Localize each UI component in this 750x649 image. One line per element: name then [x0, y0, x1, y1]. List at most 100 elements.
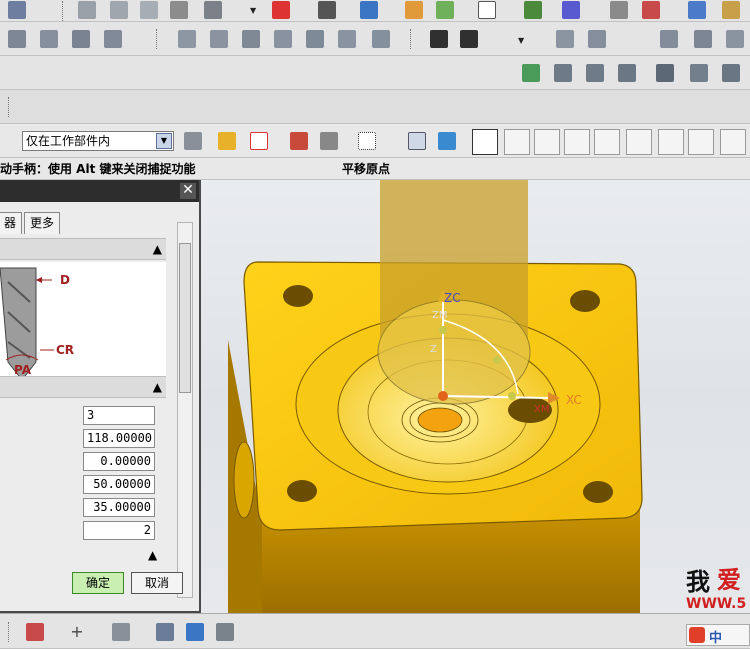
delete-icon[interactable] — [170, 1, 188, 19]
simulate-icon[interactable] — [338, 30, 356, 48]
move-object-icon[interactable] — [524, 1, 542, 19]
cancel-button[interactable]: 取消 — [131, 572, 183, 594]
layer-icon[interactable] — [405, 1, 423, 19]
drill-hole — [417, 407, 463, 433]
operation-icon-2[interactable] — [40, 30, 58, 48]
snap-quadrant-button[interactable] — [688, 129, 714, 155]
point-angle-label: PA — [14, 363, 32, 377]
param-field-2[interactable]: 118.00000 — [83, 429, 155, 448]
measure-icon[interactable] — [642, 1, 660, 19]
toolbar-row-2: ▼ — [0, 22, 750, 56]
report-icon[interactable] — [618, 64, 636, 82]
snap-intersection-button[interactable] — [626, 129, 652, 155]
scroll-thumb[interactable] — [179, 243, 191, 393]
color-icon[interactable] — [26, 623, 44, 641]
wrench-icon[interactable] — [722, 1, 740, 19]
gouge-check-icon[interactable] — [554, 64, 572, 82]
postprocess-icon[interactable] — [372, 30, 390, 48]
dimensions-header[interactable]: ▲ — [0, 376, 166, 398]
rectangle-select-icon[interactable] — [358, 132, 376, 150]
route-icon[interactable] — [320, 132, 338, 150]
cue-prompt: 动手柄：使用 Alt 键来关闭捕捉功能 — [0, 162, 196, 176]
fit-view-icon[interactable] — [272, 1, 290, 19]
filter-select[interactable]: 仅在工作部件内 ▼ — [22, 131, 174, 151]
operation-icon-1[interactable] — [8, 30, 26, 48]
tool-icon[interactable] — [688, 1, 706, 19]
wcs-icon[interactable] — [562, 1, 580, 19]
shop-doc-icon[interactable] — [556, 30, 574, 48]
copy-icon[interactable] — [110, 1, 128, 19]
shaded-view-icon[interactable] — [360, 1, 378, 19]
undo-icon[interactable] — [204, 1, 222, 19]
drill-dialog: ✕ 器 更多 ▲ D CR PA ▲ 3 118.00000 0.00000 5… — [0, 180, 201, 613]
snap-point-icon[interactable] — [250, 132, 268, 150]
tab-holder[interactable]: 器 — [0, 212, 23, 234]
param-field-5[interactable]: 35.00000 — [83, 498, 155, 517]
operation-icon-3[interactable] — [72, 30, 90, 48]
box-icon[interactable] — [478, 1, 496, 19]
feature-icon[interactable] — [660, 30, 678, 48]
program-icon[interactable] — [178, 30, 196, 48]
snap-existing-button[interactable] — [720, 129, 746, 155]
snap-center-button[interactable] — [658, 129, 684, 155]
snap-control-button[interactable] — [594, 129, 620, 155]
undo-dropdown-icon[interactable]: ▼ — [250, 6, 256, 15]
render-style-icon[interactable] — [318, 1, 336, 19]
param-field-4[interactable]: 50.00000 — [83, 475, 155, 494]
generate-icon[interactable] — [242, 30, 260, 48]
datum-plane-icon[interactable] — [112, 623, 130, 641]
snap-midpoint-button[interactable] — [564, 129, 590, 155]
snap-network-button[interactable] — [504, 129, 530, 155]
datum-csys-icon[interactable] — [156, 623, 174, 641]
dialog-titlebar[interactable]: ✕ — [0, 180, 199, 202]
toolbar-row-1: ▼ — [0, 0, 750, 22]
export-icon[interactable] — [722, 64, 740, 82]
zc-axis-label: ZC — [444, 291, 461, 305]
verify-icon[interactable] — [306, 30, 324, 48]
check-icon[interactable] — [522, 64, 540, 82]
paste-icon[interactable] — [140, 1, 158, 19]
replay-icon[interactable] — [274, 30, 292, 48]
ok-button[interactable]: 确定 — [72, 572, 124, 594]
dialog-scrollbar[interactable] — [177, 222, 193, 598]
sketch-icon[interactable] — [436, 1, 454, 19]
geometry-icon[interactable] — [430, 30, 448, 48]
tool-sketch-header[interactable]: ▲ — [0, 238, 166, 260]
list-icon[interactable] — [610, 1, 628, 19]
z-axis-label: Z — [430, 344, 437, 355]
method-dropdown-icon[interactable]: ▼ — [518, 36, 524, 45]
path-icon[interactable] — [210, 30, 228, 48]
operation-icon-4[interactable] — [104, 30, 122, 48]
filter-funnel-icon[interactable] — [218, 132, 236, 150]
param-field-6[interactable]: 2 — [83, 521, 155, 540]
sogou-icon — [689, 627, 705, 643]
chevron-down-icon[interactable]: ▼ — [156, 133, 172, 149]
ime-indicator[interactable]: 中 — [686, 624, 750, 646]
chevron-up-icon[interactable]: ▲ — [153, 242, 162, 256]
param-field-3[interactable]: 0.00000 — [83, 452, 155, 471]
close-icon[interactable]: ✕ — [180, 183, 196, 199]
view-box-icon[interactable] — [408, 132, 426, 150]
method-icon[interactable] — [460, 30, 478, 48]
watermark-text: 我 — [686, 568, 710, 596]
selection-scope-icon[interactable] — [184, 132, 202, 150]
block-icon[interactable] — [186, 623, 204, 641]
shaded-box-icon[interactable] — [438, 132, 456, 150]
cylinder-icon[interactable] — [216, 623, 234, 641]
transform-icon[interactable] — [694, 30, 712, 48]
save-icon[interactable] — [8, 1, 26, 19]
tab-more[interactable]: 更多 — [24, 212, 61, 234]
tool-list-icon[interactable] — [588, 30, 606, 48]
plus-icon[interactable]: + — [68, 623, 86, 641]
cut-icon[interactable] — [78, 1, 96, 19]
output-icon[interactable] — [690, 64, 708, 82]
info-icon[interactable] — [726, 30, 744, 48]
snap-all-button[interactable] — [472, 129, 498, 155]
snap-endpoint-button[interactable] — [534, 129, 560, 155]
param-field-1[interactable]: 3 — [83, 406, 155, 425]
flag-icon[interactable] — [656, 64, 674, 82]
collision-check-icon[interactable] — [586, 64, 604, 82]
chevron-up-icon[interactable]: ▲ — [153, 380, 162, 394]
watermark-url: WWW.5 — [686, 596, 747, 612]
rotate-icon[interactable] — [290, 132, 308, 150]
